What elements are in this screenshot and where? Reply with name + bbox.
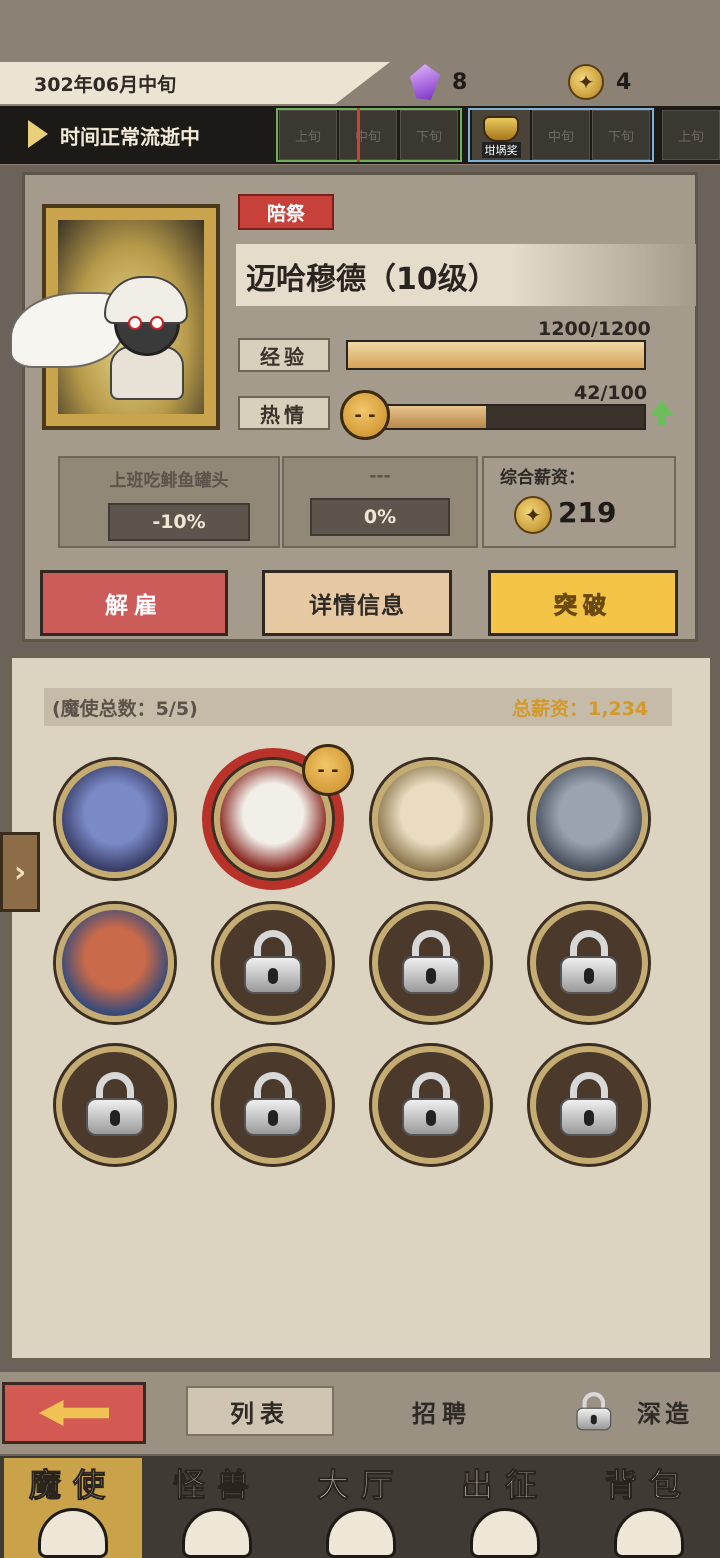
locked-slot[interactable] <box>214 904 332 1022</box>
character-eye <box>128 316 142 330</box>
locked-slot[interactable] <box>372 1046 490 1164</box>
trait-card[interactable]: 上班吃鲱鱼罐头 -10% <box>58 456 280 548</box>
tab-recruit[interactable]: 招聘 <box>368 1386 516 1436</box>
tab-list[interactable]: 列表 <box>186 1386 334 1436</box>
trait-card[interactable]: --- 0% <box>282 456 478 548</box>
locked-slot[interactable] <box>530 904 648 1022</box>
roster-count: (魔使总数：5/5) <box>52 698 198 720</box>
character-slot-tribal-spearman[interactable] <box>56 904 174 1022</box>
nav-label: 背包 <box>604 1466 693 1505</box>
details-button[interactable]: 详情信息 <box>262 570 452 636</box>
dismiss-button[interactable]: 解雇 <box>40 570 228 636</box>
cauldron-icon <box>483 116 519 142</box>
backpack-icon <box>614 1508 684 1558</box>
exp-label: 经验 <box>238 338 330 372</box>
monster-icon <box>182 1508 252 1558</box>
character-eye <box>150 316 164 330</box>
timeline-cell: 中旬 <box>339 110 397 160</box>
nav-label: 出征 <box>460 1466 549 1505</box>
passion-bar <box>370 404 646 430</box>
nav-monster[interactable]: 怪兽 <box>148 1458 286 1558</box>
time-status: 时间正常流逝中 <box>60 125 200 149</box>
skull-icon <box>38 1508 108 1558</box>
salary-title: 综合薪资： <box>500 468 585 488</box>
nav-demon-envoy[interactable]: 魔使 <box>4 1458 142 1558</box>
date-text: 302年06月中旬 <box>34 74 177 96</box>
lock-icon <box>556 1072 622 1138</box>
lock-icon <box>240 1072 306 1138</box>
trait-title: --- <box>369 466 391 486</box>
hall-icon <box>326 1508 396 1558</box>
tab-advance[interactable]: 深造 <box>620 1386 710 1436</box>
nav-label: 魔使 <box>28 1466 117 1505</box>
crystal-resource[interactable]: 8 <box>410 64 467 100</box>
exp-bar <box>346 340 646 370</box>
nav-label: 大厅 <box>316 1466 405 1505</box>
character-slot-hooded-mage[interactable] <box>56 760 174 878</box>
neutral-face-icon: - - <box>340 390 390 440</box>
timeline-cell: 中旬 <box>532 110 590 160</box>
crystal-count: 8 <box>452 69 468 95</box>
class-tag: 陪祭 <box>238 194 334 230</box>
character-slot-lion-warrior[interactable] <box>372 760 490 878</box>
timeline-cell: 上旬 <box>662 110 720 160</box>
exp-bar-fill <box>348 342 644 368</box>
nav-hall[interactable]: 大厅 <box>292 1458 430 1558</box>
coin-resource[interactable]: ✦ 4 <box>568 64 631 100</box>
trend-up-icon-stem <box>658 414 666 426</box>
back-button[interactable] <box>2 1382 146 1444</box>
lock-icon <box>82 1072 148 1138</box>
expand-side-tab[interactable]: › <box>0 832 40 912</box>
character-name: 迈哈穆德（10级） <box>246 262 498 297</box>
locked-slot[interactable] <box>372 904 490 1022</box>
trait-value: -10% <box>108 503 250 541</box>
coin-icon: ✦ <box>514 496 552 534</box>
crystal-icon <box>410 64 440 100</box>
nav-backpack[interactable]: 背包 <box>580 1458 718 1558</box>
neutral-face-icon: - - <box>302 744 354 796</box>
helmet-icon <box>470 1508 540 1558</box>
timeline-cell: 下旬 <box>592 110 650 160</box>
exp-value: 1200/1200 <box>538 318 651 340</box>
lock-icon <box>398 1072 464 1138</box>
passion-value: 42/100 <box>574 382 648 404</box>
passion-label: 热情 <box>238 396 330 430</box>
back-arrow-icon <box>39 1400 109 1426</box>
trait-value: 0% <box>310 498 450 536</box>
total-salary: 总薪资：1,234 <box>512 698 649 720</box>
coin-count: 4 <box>616 69 632 95</box>
lock-icon <box>574 1392 614 1432</box>
locked-slot[interactable] <box>214 1046 332 1164</box>
nav-expedition[interactable]: 出征 <box>436 1458 574 1558</box>
event-label: 坩埚奖 <box>481 142 521 158</box>
trait-title: 上班吃鲱鱼罐头 <box>109 471 229 491</box>
breakthrough-button[interactable]: 突破 <box>488 570 678 636</box>
timeline-marker <box>357 108 360 162</box>
locked-slot[interactable] <box>56 1046 174 1164</box>
nav-label: 怪兽 <box>172 1466 261 1505</box>
play-icon[interactable] <box>28 120 48 148</box>
timeline-cell: 下旬 <box>400 110 458 160</box>
salary-value: 219 <box>558 496 617 529</box>
lock-icon <box>398 930 464 996</box>
coin-icon: ✦ <box>568 64 604 100</box>
lock-icon <box>556 930 622 996</box>
character-slot-horned-knight[interactable] <box>530 760 648 878</box>
lock-icon <box>240 930 306 996</box>
locked-slot[interactable] <box>530 1046 648 1164</box>
timeline-cell: 上旬 <box>279 110 337 160</box>
event-slot[interactable]: 坩埚奖 <box>472 110 530 160</box>
